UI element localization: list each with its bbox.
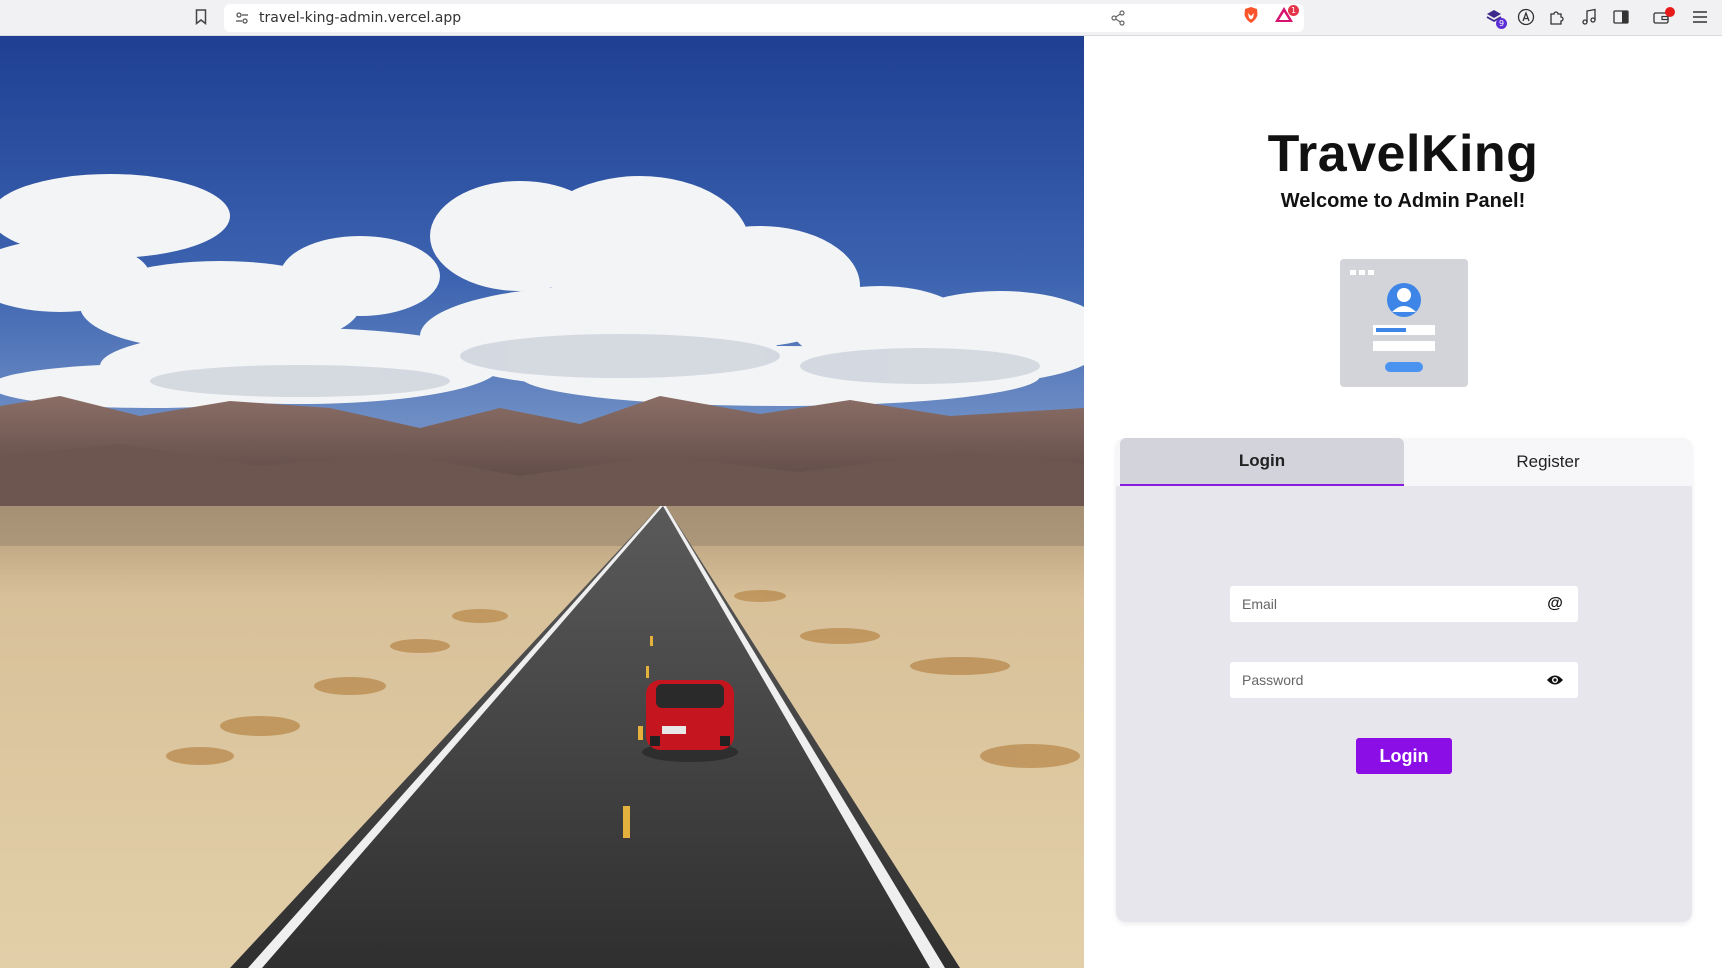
email-field[interactable]: @ [1230,586,1578,622]
puzzle-icon[interactable] [1547,7,1567,27]
url-text[interactable]: travel-king-admin.vercel.app [259,10,461,26]
hero-landscape-image [0,36,1084,968]
tab-login[interactable]: Login [1120,438,1404,486]
welcome-heading: Welcome to Admin Panel! [1280,190,1526,212]
brand-title: TravelKing [1267,125,1539,183]
notification-dot [1665,7,1675,17]
email-input[interactable] [1230,587,1530,621]
extension-count-badge: 9 [1496,18,1507,29]
red-car [642,680,738,762]
browser-toolbar: travel-king-admin.vercel.app 1 9 [0,0,1722,36]
eye-icon[interactable] [1546,671,1564,689]
tab-register[interactable]: Register [1404,438,1692,486]
login-button[interactable]: Login [1356,738,1452,774]
site-settings-icon[interactable] [234,10,250,26]
share-icon[interactable] [1110,10,1126,26]
menu-icon[interactable] [1690,7,1710,27]
translate-icon[interactable] [1516,7,1536,27]
road-trip-illustration [0,36,1084,968]
password-input[interactable] [1230,663,1530,697]
address-bar[interactable]: travel-king-admin.vercel.app [224,4,1304,32]
password-field[interactable] [1230,662,1578,698]
media-icon[interactable] [1579,7,1599,27]
rewards-count-badge: 1 [1288,5,1299,16]
bookmark-icon[interactable] [194,8,208,26]
sidebar-icon[interactable] [1611,7,1631,27]
auth-card: Login Register @ Login [1116,438,1692,922]
login-illustration-icon [1340,259,1468,387]
auth-panel: TravelKing Welcome to Admin Panel! Login… [1084,36,1722,968]
brave-shields-icon[interactable] [1242,6,1260,24]
auth-tabs: Login Register [1116,438,1692,486]
at-icon: @ [1547,595,1563,612]
